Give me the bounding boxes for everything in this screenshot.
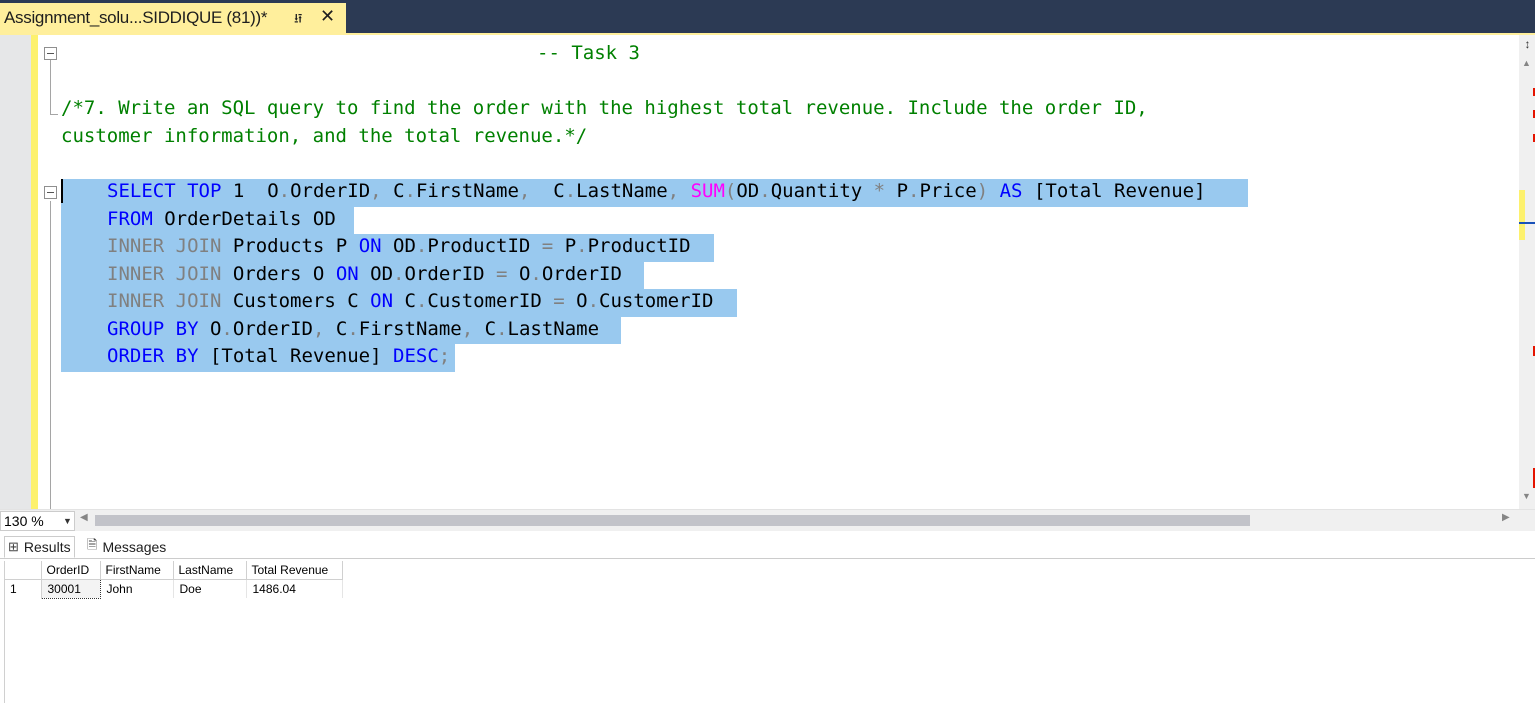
code-line-task-comment: -- Task 3 <box>537 42 640 64</box>
column-header-total-revenue[interactable]: Total Revenue <box>246 561 343 580</box>
row-number[interactable]: 1 <box>5 579 42 598</box>
outline-line <box>50 59 51 114</box>
grid-cell-total-revenue[interactable]: 1486.04 <box>246 579 343 598</box>
tab-results[interactable]: ⊞ Results <box>4 536 75 558</box>
scroll-left-icon[interactable]: ◀ <box>80 512 88 523</box>
code-line-select: SELECT TOP 1 O.OrderID, C.FirstName, C.L… <box>107 180 1206 202</box>
grid-cell-lastname[interactable]: Doe <box>173 579 247 598</box>
code-line-order-by: ORDER BY [Total Revenue] DESC; <box>107 345 451 367</box>
tab-messages[interactable]: 🗎 Messages <box>84 536 169 558</box>
code-line-question-2: customer information, and the total reve… <box>61 125 588 147</box>
grid-cell-orderid[interactable]: 30001 <box>40 578 101 599</box>
row-header-corner[interactable] <box>5 561 42 580</box>
collapse-toggle-icon[interactable] <box>44 186 57 199</box>
scroll-up-icon[interactable]: ▲ <box>1522 58 1531 68</box>
code-line-group-by: GROUP BY O.OrderID, C.FirstName, C.LastN… <box>107 318 600 340</box>
table-row[interactable]: 1 30001 John Doe 1486.04 <box>5 578 343 599</box>
zoom-select[interactable]: 130 % ▼ <box>0 511 75 531</box>
split-window-icon[interactable]: ↕ <box>1521 36 1534 52</box>
outline-end <box>50 114 58 115</box>
zoom-scroll-bar: 130 % ▼ ◀ ▶ <box>0 509 1535 531</box>
scrollbar-caret-marker <box>1519 222 1535 224</box>
scroll-down-icon[interactable]: ▼ <box>1522 491 1531 501</box>
close-icon[interactable]: ✕ <box>320 6 335 27</box>
horizontal-scroll-thumb[interactable] <box>95 515 1250 526</box>
column-header-orderid[interactable]: OrderID <box>41 561 101 580</box>
code-line-from: FROM OrderDetails OD <box>107 208 336 230</box>
grid-icon: ⊞ <box>8 539 19 554</box>
results-table: OrderID FirstName LastName Total Revenue… <box>5 561 343 599</box>
scroll-right-icon[interactable]: ▶ <box>1502 512 1510 523</box>
messages-icon: 🗎 <box>87 537 98 552</box>
text-caret <box>61 179 63 203</box>
document-tab-bar: Assignment_solu...SIDDIQUE (81))* ⭿ ✕ <box>0 0 1535 33</box>
tab-messages-label: Messages <box>102 539 167 555</box>
tab-results-label: Results <box>23 539 71 555</box>
code-line-join-orders: INNER JOIN Orders O ON OD.OrderID = O.Or… <box>107 263 622 285</box>
column-header-lastname[interactable]: LastName <box>173 561 247 580</box>
code-line-join-products: INNER JOIN Products P ON OD.ProductID = … <box>107 235 691 257</box>
tab-title: Assignment_solu...SIDDIQUE (81))* <box>4 8 268 27</box>
collapse-toggle-icon[interactable] <box>44 47 57 60</box>
outline-line <box>50 201 51 509</box>
results-grid[interactable]: OrderID FirstName LastName Total Revenue… <box>4 561 1535 703</box>
column-header-firstname[interactable]: FirstName <box>100 561 174 580</box>
code-line-join-customers: INNER JOIN Customers C ON C.CustomerID =… <box>107 290 714 312</box>
results-tabs: ⊞ Results 🗎 Messages <box>0 531 1535 559</box>
pin-icon[interactable]: ⭿ <box>294 10 302 32</box>
code-line-question-1: /*7. Write an SQL query to find the orde… <box>61 97 1148 119</box>
vertical-scrollbar[interactable] <box>1519 35 1535 509</box>
grid-header-row: OrderID FirstName LastName Total Revenue <box>5 561 343 580</box>
change-tracking-bar <box>31 35 38 509</box>
chevron-down-icon[interactable]: ▼ <box>63 512 72 530</box>
sql-editor[interactable]: -- Task 3 /*7. Write an SQL query to fin… <box>0 35 1519 509</box>
editor-gutter <box>0 35 31 509</box>
grid-cell-firstname[interactable]: John <box>100 579 174 598</box>
zoom-value: 130 % <box>4 513 44 529</box>
document-tab[interactable]: Assignment_solu...SIDDIQUE (81))* ⭿ ✕ <box>0 3 346 33</box>
scrollbar-change-marker <box>1519 190 1525 240</box>
